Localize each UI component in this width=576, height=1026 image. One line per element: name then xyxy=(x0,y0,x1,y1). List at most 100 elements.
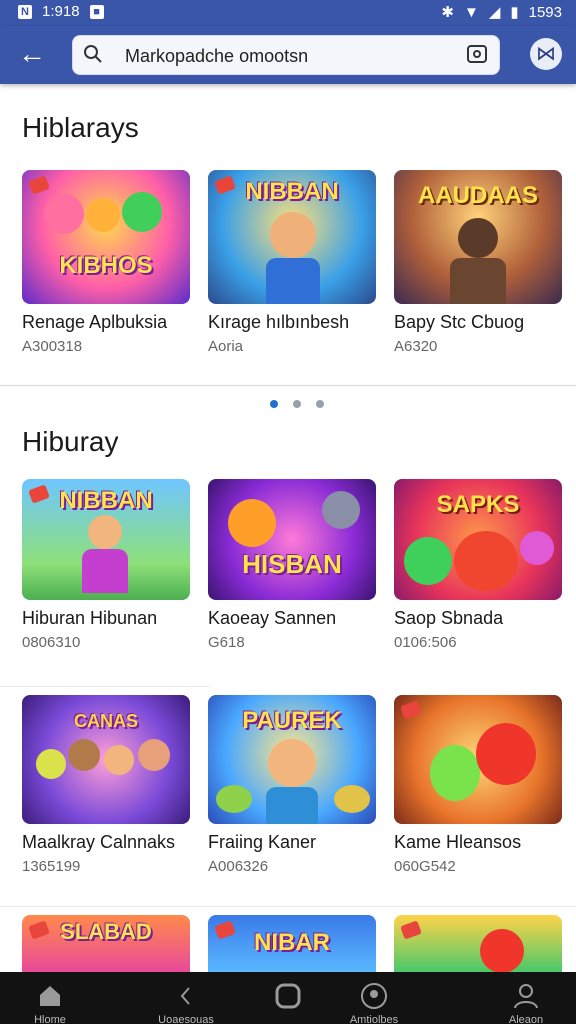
character-body xyxy=(82,549,128,593)
back-arrow-icon[interactable]: ← xyxy=(18,40,48,70)
game-card[interactable]: SAPKS Saop Sbnada 0106:506 xyxy=(394,479,562,651)
character-icon xyxy=(44,194,84,234)
game-title: Fraiing Kaner xyxy=(208,832,317,852)
game-subtitle: 0806310 xyxy=(22,634,81,651)
character-icon xyxy=(480,929,524,972)
game-art-text: KIBHOS xyxy=(59,252,153,279)
home-circle-icon xyxy=(275,983,301,1009)
game-card[interactable]: NIBBAN Kırage hılbınbesh Aoria xyxy=(208,170,376,355)
back-arrow-icon xyxy=(180,987,190,1005)
character-icon xyxy=(520,531,554,565)
section-title: Hiburay xyxy=(22,426,119,457)
section-title: Hiblarays xyxy=(22,112,139,143)
game-title: Hiburan Hibunan xyxy=(22,608,158,628)
game-card[interactable]: SLABAD xyxy=(22,915,190,972)
search-input[interactable]: Markopadche omootsn xyxy=(125,46,308,67)
game-title: Kame Hleansos xyxy=(394,832,522,852)
game-thumbnail xyxy=(394,915,562,972)
game-art-text: NIBBAN xyxy=(59,487,153,514)
nav-label: Hlome xyxy=(34,1014,66,1026)
status-time: 1:918 xyxy=(42,3,80,20)
game-card[interactable]: CANAS Maalkray Calnnaks 1365199 xyxy=(22,695,190,875)
search-bar[interactable]: Markopadche omootsn xyxy=(72,35,500,75)
pager-dot[interactable] xyxy=(316,400,324,408)
game-subtitle: 0106:506 xyxy=(394,634,457,651)
app-bar: ← Markopadche omootsn ⋈ xyxy=(0,26,576,84)
tag-icon xyxy=(400,700,422,720)
search-icon xyxy=(84,45,102,63)
game-card[interactable]: AAUDAAS Bapy Stc Cbuog A6320 xyxy=(394,170,562,355)
game-subtitle: Aoria xyxy=(208,338,244,355)
tag-icon xyxy=(28,175,50,195)
character-icon xyxy=(454,531,518,591)
filter-icon[interactable]: ⋈ xyxy=(530,38,562,70)
status-bar: N 1:918 ■ ✱ ▼ ◢ ▮ 1593 xyxy=(0,0,576,26)
game-art-text: SAPKS xyxy=(436,491,520,518)
character-icon xyxy=(476,723,536,785)
game-thumbnail xyxy=(394,695,562,824)
game-subtitle: 1365199 xyxy=(22,858,81,875)
game-card[interactable]: Kame Hleansos 060G542 xyxy=(394,695,562,875)
game-art-text: SLABAD xyxy=(60,919,152,944)
character-icon xyxy=(268,739,316,787)
game-title: Maalkray Calnnaks xyxy=(22,832,176,852)
camera-icon[interactable] xyxy=(467,45,487,63)
character-icon xyxy=(88,515,122,549)
game-card[interactable] xyxy=(394,915,562,972)
character-icon xyxy=(404,537,452,585)
game-art-text: AAUDAAS xyxy=(418,182,538,209)
game-subtitle: G618 xyxy=(208,634,245,651)
game-art-text: NIBAR xyxy=(254,929,330,956)
game-art-text: PAUREK xyxy=(242,707,342,734)
character-icon xyxy=(86,198,120,232)
character-icon xyxy=(138,739,170,771)
game-card[interactable]: NIBBAN Hiburan Hibunan 0806310 xyxy=(22,479,190,651)
bluetooth-icon: ✱ xyxy=(441,4,454,21)
nav-item-activities[interactable]: Amtiolbes xyxy=(324,972,424,1026)
tag-icon xyxy=(400,920,422,940)
game-title: Saop Sbnada xyxy=(394,608,504,628)
game-card[interactable]: PAUREK Fraiing Kaner A006326 xyxy=(208,695,376,875)
section-divider xyxy=(0,385,576,386)
character-icon xyxy=(458,218,498,258)
nav-item-back[interactable]: Uoaesouas xyxy=(136,972,236,1026)
carousel-pager[interactable] xyxy=(270,400,324,408)
row-divider xyxy=(0,906,576,907)
nav-item-account[interactable]: Aleaon xyxy=(476,972,576,1026)
status-left: N 1:918 ■ xyxy=(18,3,104,20)
game-card[interactable]: HISBAN Kaoeay Sannen G618 xyxy=(208,479,376,651)
nav-label: Aleaon xyxy=(508,1014,544,1026)
wifi-icon: ▼ xyxy=(463,3,479,21)
game-card[interactable]: NIBAR xyxy=(208,915,376,972)
nav-item-home[interactable]: Hlome xyxy=(0,972,100,1026)
game-thumbnail: PAUREK xyxy=(208,695,376,824)
status-clock: 1593 xyxy=(528,3,562,21)
character-icon xyxy=(104,745,134,775)
status-right: ✱ ▼ ◢ ▮ 1593 xyxy=(441,3,562,22)
game-subtitle: A6320 xyxy=(394,338,438,355)
character-icon xyxy=(322,491,360,529)
pager-dot-active[interactable] xyxy=(270,400,278,408)
row-divider xyxy=(0,686,210,687)
fruit-bowl-icon xyxy=(334,785,370,813)
character-body xyxy=(450,258,506,304)
game-subtitle: 060G542 xyxy=(394,858,456,875)
game-title: Renage Aplbuksia xyxy=(22,312,168,332)
game-card[interactable]: KIBHOS Renage Aplbuksia A300318 xyxy=(22,170,190,355)
game-thumbnail: NIBBAN xyxy=(22,479,190,600)
game-subtitle: A300318 xyxy=(22,338,83,355)
game-thumbnail: SLABAD xyxy=(22,915,190,972)
game-subtitle: A006326 xyxy=(208,858,269,875)
battery-icon: ▮ xyxy=(510,4,519,21)
pager-dot[interactable] xyxy=(293,400,301,408)
character-icon xyxy=(68,739,100,771)
game-art-text: HISBAN xyxy=(242,549,342,579)
character-icon xyxy=(122,192,162,232)
game-title: Bapy Stc Cbuog xyxy=(394,312,525,332)
app-icon: ■ xyxy=(89,4,104,19)
profile-badge-icon xyxy=(361,983,387,1009)
bottom-nav-bar: Hlome Uoaesouas Amtiolbes Aleaon xyxy=(0,972,576,1026)
game-thumbnail: HISBAN xyxy=(208,479,376,600)
nav-item-center[interactable] xyxy=(238,972,338,1024)
home-icon xyxy=(40,986,60,1006)
